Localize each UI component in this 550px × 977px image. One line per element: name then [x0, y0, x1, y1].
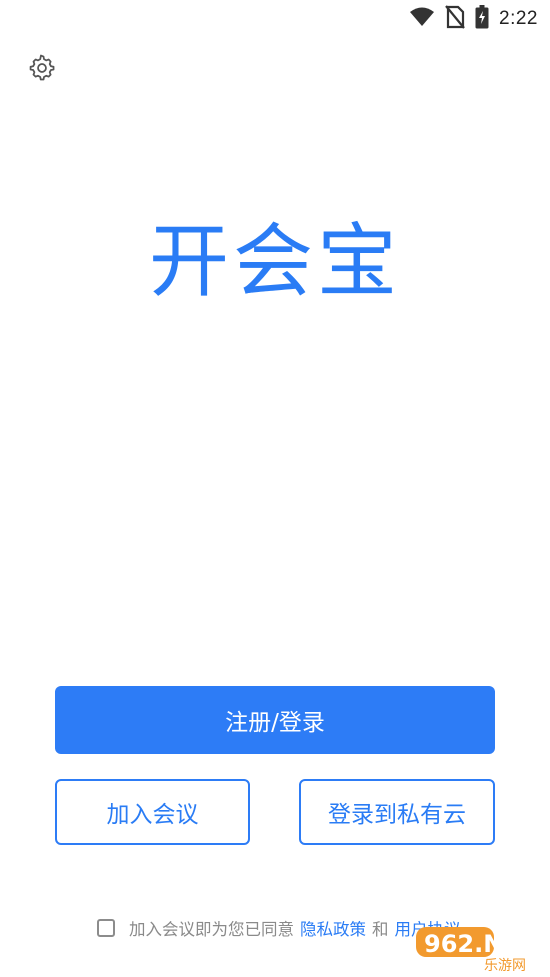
- settings-button[interactable]: [26, 54, 58, 86]
- join-meeting-button[interactable]: 加入会议: [55, 779, 250, 845]
- no-sim-icon: [445, 5, 465, 33]
- agreement-text: 加入会议即为您已同意: [129, 920, 294, 939]
- register-login-button[interactable]: 注册/登录: [55, 686, 495, 754]
- status-bar: 2:22: [0, 0, 550, 38]
- agreement-checkbox[interactable]: [97, 919, 115, 937]
- wifi-icon: [409, 7, 435, 31]
- privacy-policy-link[interactable]: 隐私政策: [300, 916, 366, 940]
- agreement-row: 加入会议即为您已同意 隐私政策 和 用户协议: [97, 914, 461, 942]
- watermark-sub-text: 乐游网: [484, 958, 526, 973]
- watermark-main-text: 962.NET: [424, 930, 537, 958]
- private-cloud-login-button[interactable]: 登录到私有云: [299, 779, 495, 845]
- status-icons: 2:22: [409, 5, 538, 33]
- app-title: 开会宝: [149, 215, 401, 308]
- watermark-logo: 962.NET 乐游网: [414, 921, 546, 974]
- battery-charging-icon: [475, 5, 489, 33]
- status-time: 2:22: [499, 8, 538, 29]
- agreement-and-text: 和: [372, 920, 389, 939]
- gear-icon: [28, 54, 56, 86]
